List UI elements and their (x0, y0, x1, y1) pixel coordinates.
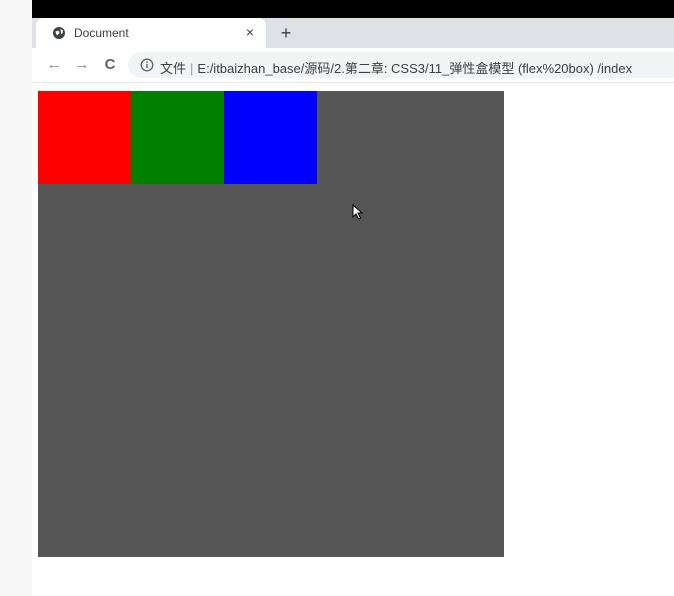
file-label: 文件 (160, 61, 187, 76)
flex-container (38, 91, 504, 557)
mouse-cursor-icon (352, 204, 364, 220)
flex-item-red (38, 91, 131, 184)
tab-strip: Document × + (32, 18, 674, 48)
close-tab-icon[interactable]: × (242, 24, 258, 40)
tab-document[interactable]: Document × (36, 18, 266, 48)
tab-title: Document (74, 26, 129, 40)
reload-button[interactable]: C (100, 55, 120, 75)
flex-item-green (131, 91, 224, 184)
browser-toolbar: ← → C 文件 | E:/itbaizhan_base/源码/2.第二章: CSS… (32, 48, 674, 83)
url-path: E:/itbaizhan_base/源码/2.第二章: CSS3/11_弹性盒模… (197, 61, 633, 76)
flex-item-blue (224, 91, 317, 184)
address-bar[interactable]: 文件 | E:/itbaizhan_base/源码/2.第二章: CSS3/11_弹… (128, 52, 674, 78)
url-separator: | (190, 61, 194, 76)
window-top-bar (32, 0, 674, 18)
browser-window: Document × + ← → C 文件 | E:/itbaizhan_base/… (32, 0, 674, 596)
info-icon[interactable] (140, 58, 154, 72)
new-tab-button[interactable]: + (276, 23, 296, 43)
back-button[interactable]: ← (44, 55, 64, 75)
globe-icon (53, 27, 65, 39)
page-viewport (32, 83, 674, 596)
url-display[interactable]: 文件 | E:/itbaizhan_base/源码/2.第二章: CSS3/11_弹… (160, 58, 632, 77)
forward-button[interactable]: → (72, 55, 92, 75)
